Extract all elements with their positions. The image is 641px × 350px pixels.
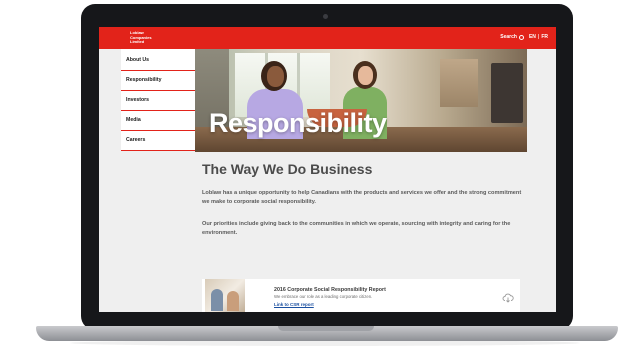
sidebar-item-about-us[interactable]: About Us bbox=[121, 49, 195, 71]
search-link[interactable]: Search bbox=[500, 34, 517, 40]
sidebar-nav: About Us Responsibility Investors Media … bbox=[121, 49, 195, 151]
header-utilities: Search EN | FR bbox=[500, 34, 548, 40]
lang-separator: | bbox=[537, 34, 540, 40]
csr-report-card: 2016 Corporate Social Responsibility Rep… bbox=[202, 279, 520, 312]
hero-photo-oven bbox=[491, 63, 523, 123]
sidebar-item-media[interactable]: Media bbox=[121, 111, 195, 131]
report-description: We embrace our role as a leading corpora… bbox=[274, 294, 373, 299]
hero-title: Responsibility bbox=[209, 108, 387, 138]
hero-banner: Responsibility bbox=[195, 49, 527, 152]
hero-photo-child-face bbox=[267, 66, 284, 87]
csr-report-link[interactable]: Link to CSR report bbox=[274, 302, 314, 307]
sidebar-item-responsibility[interactable]: Responsibility bbox=[121, 71, 195, 91]
cloud-download-icon[interactable] bbox=[502, 292, 514, 304]
main-content: The Way We Do Business Loblaw has a uniq… bbox=[202, 161, 522, 244]
webcam bbox=[323, 14, 328, 19]
report-title: 2016 Corporate Social Responsibility Rep… bbox=[274, 287, 386, 293]
laptop-notch bbox=[278, 326, 374, 331]
thumbnail-person bbox=[227, 291, 239, 311]
hero-photo-shelf bbox=[440, 59, 478, 107]
sidebar-item-careers[interactable]: Careers bbox=[121, 131, 195, 151]
report-thumbnail bbox=[205, 279, 245, 312]
site-header: Loblaw Companies Limited Search EN | FR bbox=[99, 27, 556, 49]
priorities-paragraph: Our priorities include giving back to th… bbox=[202, 221, 511, 236]
page-title: The Way We Do Business bbox=[202, 161, 373, 177]
intro-paragraph: Loblaw has a unique opportunity to help … bbox=[202, 190, 522, 205]
company-logo[interactable]: Loblaw Companies Limited bbox=[130, 30, 160, 45]
logo-line: Limited bbox=[130, 39, 145, 44]
sidebar-item-investors[interactable]: Investors bbox=[121, 91, 195, 111]
lang-fr-link[interactable]: FR bbox=[541, 34, 548, 40]
thumbnail-person bbox=[211, 289, 223, 311]
laptop-screen: Loblaw Companies Limited Search EN | FR … bbox=[99, 27, 556, 312]
lang-en-link[interactable]: EN bbox=[529, 34, 536, 40]
hero-photo-child-face bbox=[358, 66, 373, 85]
search-icon[interactable] bbox=[518, 34, 524, 40]
